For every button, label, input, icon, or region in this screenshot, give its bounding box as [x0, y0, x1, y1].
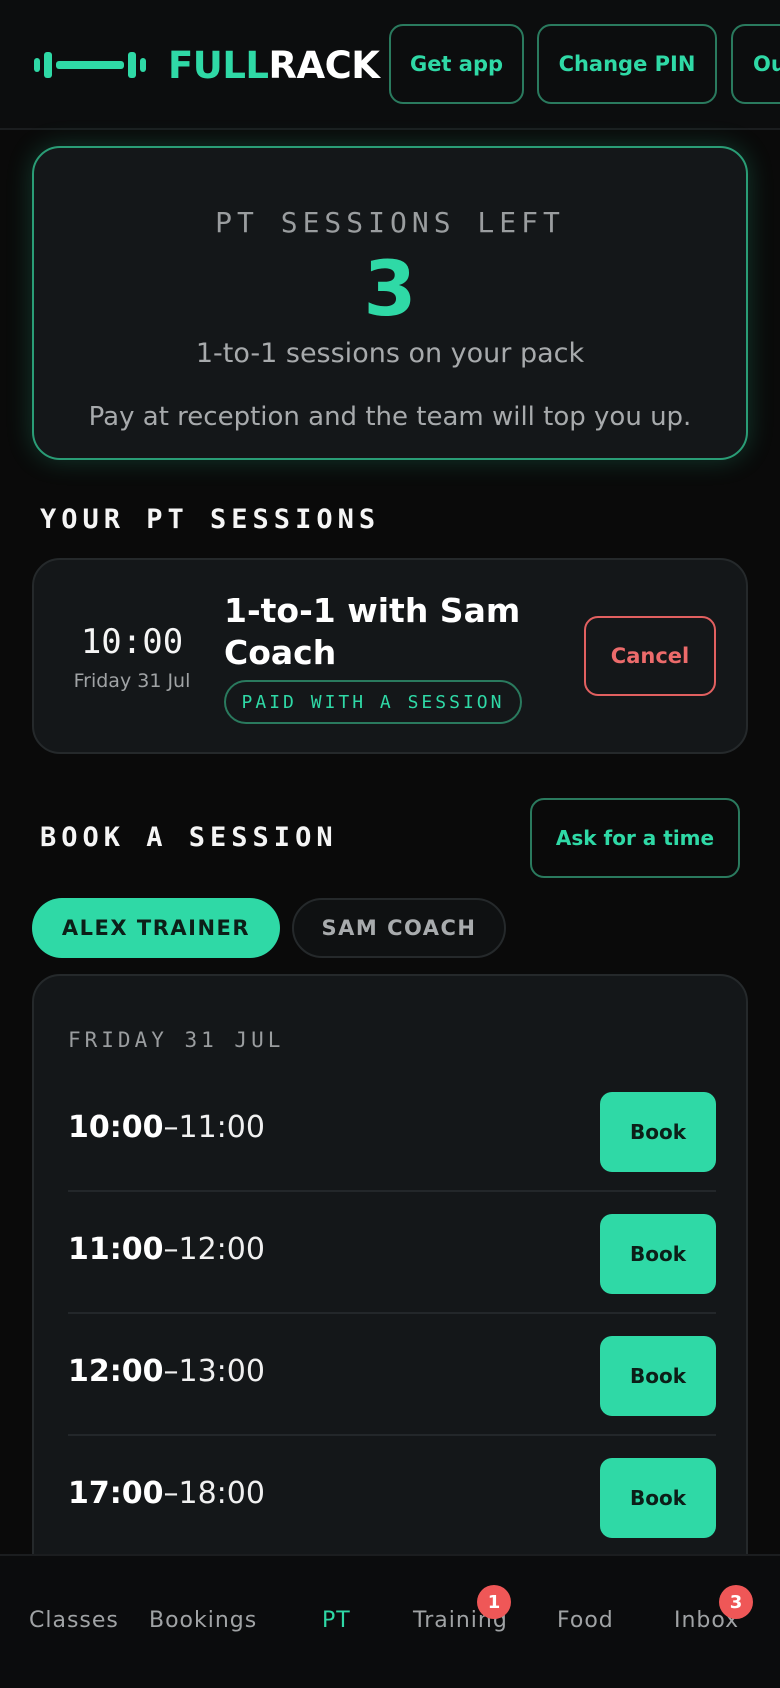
logo-wordmark: FULLRACK [168, 43, 380, 87]
pt-sessions-left-card: PT SESSIONS LEFT 3 1-to-1 sessions on yo… [32, 146, 748, 460]
nav-item-bookings[interactable]: Bookings [149, 1608, 257, 1633]
inbox-notification-badge: 3 [719, 1585, 753, 1619]
paid-status-badge: PAID WITH A SESSION [224, 680, 522, 724]
nav-item-pt[interactable]: PT [322, 1608, 351, 1633]
session-title: 1-to-1 with Sam Coach [224, 591, 521, 672]
slot-row: 11:00–12:00 Book [68, 1192, 716, 1314]
trainer-tab-alex[interactable]: ALEX TRAINER [32, 898, 280, 958]
app-logo[interactable]: FULLRACK [34, 42, 380, 88]
app-header: FULLRACK Get app Change PIN Ou [0, 0, 780, 130]
book-slot-button[interactable]: Book [600, 1336, 716, 1416]
sessions-left-count: 3 [363, 244, 417, 333]
sessions-left-label: PT SESSIONS LEFT [215, 206, 565, 239]
slot-row: 10:00–11:00 Book [68, 1070, 716, 1192]
your-sessions-heading: YOUR PT SESSIONS [40, 504, 381, 535]
top-up-note: Pay at reception and the team will top y… [88, 402, 692, 432]
slot-time-range: 12:00–13:00 [68, 1354, 265, 1389]
book-session-heading: BOOK A SESSION [40, 822, 338, 853]
session-time: 10:00 [80, 622, 184, 662]
change-pin-button[interactable]: Change PIN [537, 24, 717, 104]
slots-day-label: FRIDAY 31 JUL [68, 1028, 285, 1052]
sign-out-button[interactable]: Ou [731, 24, 780, 104]
slot-row: 12:00–13:00 Book [68, 1314, 716, 1436]
booked-session-card: 10:00 Friday 31 Jul 1-to-1 with Sam Coac… [32, 558, 748, 754]
slot-row: 17:00–18:00 Book [68, 1436, 716, 1558]
slot-time-range: 17:00–18:00 [68, 1476, 265, 1511]
ask-for-time-button[interactable]: Ask for a time [530, 798, 740, 878]
slot-time-range: 10:00–11:00 [68, 1110, 265, 1145]
book-slot-button[interactable]: Book [600, 1214, 716, 1294]
training-notification-badge: 1 [477, 1585, 511, 1619]
book-slot-button[interactable]: Book [600, 1092, 716, 1172]
cancel-session-button[interactable]: Cancel [584, 616, 716, 696]
bottom-nav: Classes Bookings PT Training 1 Food Inbo… [0, 1554, 780, 1688]
barbell-icon [34, 50, 146, 80]
session-date: Friday 31 Jul [73, 670, 191, 692]
nav-item-classes[interactable]: Classes [29, 1608, 119, 1633]
book-slot-button[interactable]: Book [600, 1458, 716, 1538]
get-app-button[interactable]: Get app [389, 24, 524, 104]
slot-time-range: 11:00–12:00 [68, 1232, 265, 1267]
sessions-left-subtitle: 1-to-1 sessions on your pack [195, 338, 585, 369]
nav-item-food[interactable]: Food [557, 1608, 614, 1633]
trainer-tab-sam[interactable]: SAM COACH [292, 898, 506, 958]
